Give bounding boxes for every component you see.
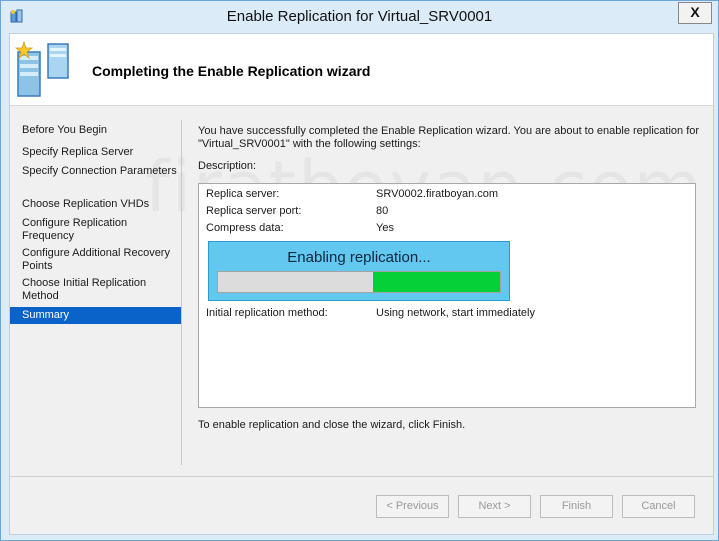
window-title: Enable Replication for Virtual_SRV0001 xyxy=(226,8,493,25)
nav-divider xyxy=(181,120,182,465)
nav-item-choose-replication-vhds[interactable]: Choose Replication VHDs xyxy=(10,198,181,211)
setting-key: Replica server: xyxy=(206,188,280,200)
setting-value: SRV0002.firatboyan.com xyxy=(376,188,499,200)
setting-key: Initial replication method: xyxy=(206,307,328,319)
nav-item-configure-additional-recovery-points[interactable]: Configure Additional Recovery Points xyxy=(10,247,181,273)
page-title: Completing the Enable Replication wizard xyxy=(92,63,371,79)
wizard-nav: Before You Begin Specify Replica Server … xyxy=(10,106,181,466)
setting-key: Compress data: xyxy=(206,222,284,234)
nav-item-specify-replica-server[interactable]: Specify Replica Server xyxy=(10,146,181,159)
close-button[interactable]: X xyxy=(678,2,712,24)
title-bar: Enable Replication for Virtual_SRV0001 X xyxy=(1,1,718,33)
nav-item-configure-replication-frequency[interactable]: Configure Replication Frequency xyxy=(10,217,181,243)
cancel-button[interactable]: Cancel xyxy=(622,495,695,518)
next-button[interactable]: Next > xyxy=(458,495,531,518)
setting-value: Using network, start immediately xyxy=(376,307,535,319)
progress-bar-fill xyxy=(373,272,500,292)
setting-value: 80 xyxy=(376,205,389,217)
replication-servers-icon xyxy=(14,40,69,97)
description-label: Description: xyxy=(198,160,257,172)
nav-item-choose-initial-replication-method[interactable]: Choose Initial Replication Method xyxy=(10,277,181,303)
nav-item-specify-connection-parameters[interactable]: Specify Connection Parameters xyxy=(10,165,181,178)
setting-key: Replica server port: xyxy=(206,205,302,217)
intro-text: You have successfully completed the Enab… xyxy=(198,125,700,150)
finish-button[interactable]: Finish xyxy=(540,495,613,518)
progress-title: Enabling replication... xyxy=(287,249,431,266)
progress-bar xyxy=(217,271,501,293)
nav-item-before-you-begin[interactable]: Before You Begin xyxy=(10,124,181,137)
progress-dialog: Enabling replication... xyxy=(208,241,510,301)
previous-button[interactable]: < Previous xyxy=(376,495,449,518)
footer-divider xyxy=(10,476,713,477)
setting-value: Yes xyxy=(376,222,394,234)
finish-instruction: To enable replication and close the wiza… xyxy=(198,419,466,431)
wizard-header: Completing the Enable Replication wizard xyxy=(10,34,713,106)
nav-item-summary[interactable]: Summary xyxy=(10,307,181,324)
